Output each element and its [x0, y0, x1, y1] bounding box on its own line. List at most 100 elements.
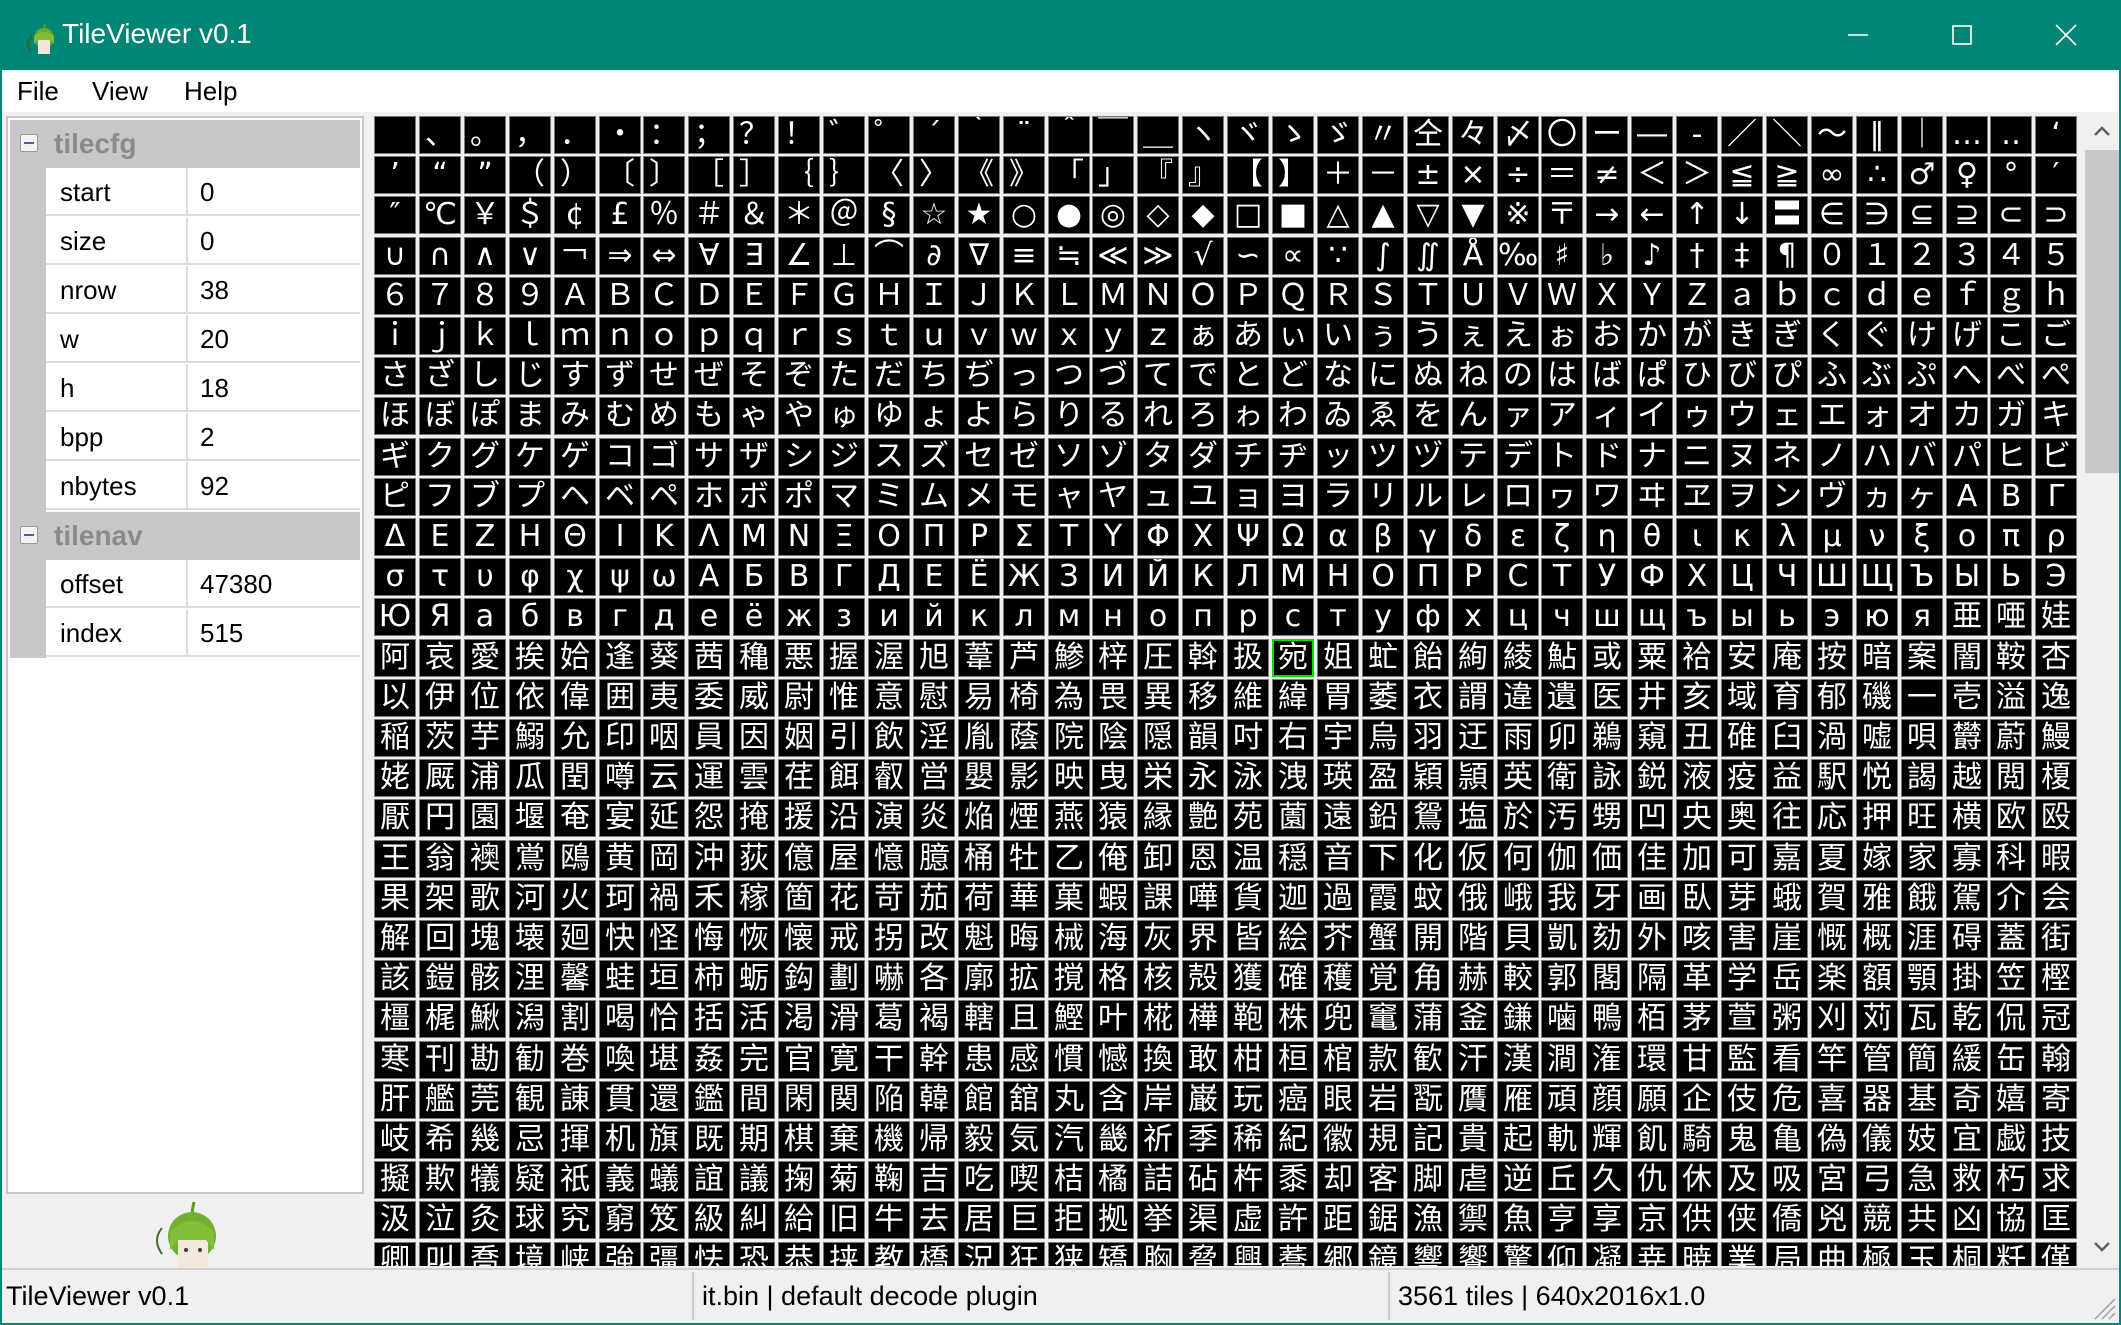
- tile[interactable]: 教: [868, 1242, 910, 1266]
- tile[interactable]: 偽: [1811, 1121, 1853, 1159]
- tile[interactable]: 稀: [1227, 1121, 1269, 1159]
- tile[interactable]: 鰍: [464, 1000, 506, 1038]
- tile[interactable]: ざ: [419, 357, 461, 395]
- tile[interactable]: 僑: [1766, 1201, 1808, 1239]
- tile[interactable]: ＞: [1676, 156, 1718, 194]
- tile[interactable]: 峨: [1497, 880, 1539, 918]
- tile[interactable]: ⇔: [643, 237, 685, 275]
- tile[interactable]: Н: [1317, 558, 1359, 596]
- tile[interactable]: 鎌: [1497, 1000, 1539, 1038]
- tile[interactable]: 俄: [1452, 880, 1494, 918]
- tile[interactable]: 科: [1990, 840, 2032, 878]
- tile[interactable]: 蝦: [1092, 880, 1134, 918]
- tile[interactable]: 俺: [1092, 840, 1134, 878]
- tile[interactable]: 画: [1631, 880, 1673, 918]
- tile[interactable]: 鮎: [1541, 639, 1583, 677]
- prop-value-nrow[interactable]: 38: [200, 272, 350, 308]
- tile[interactable]: 〆: [1497, 116, 1539, 154]
- tile[interactable]: ∵: [1317, 237, 1359, 275]
- tile[interactable]: 欝: [1946, 719, 1988, 757]
- tile[interactable]: 帰: [913, 1121, 955, 1159]
- tile[interactable]: ゑ: [1362, 397, 1404, 435]
- tile[interactable]: ゴ: [643, 438, 685, 476]
- tile[interactable]: ニ: [1676, 438, 1718, 476]
- menu-help[interactable]: Help: [184, 74, 237, 108]
- tile[interactable]: 伽: [1541, 840, 1583, 878]
- tile[interactable]: ＿: [1137, 116, 1179, 154]
- tile[interactable]: 確: [1272, 960, 1314, 998]
- tile[interactable]: 鎧: [419, 960, 461, 998]
- tile[interactable]: 旭: [913, 639, 955, 677]
- tile[interactable]: ｀: [958, 116, 1000, 154]
- tile[interactable]: 栢: [1631, 1000, 1673, 1038]
- tile[interactable]: 或: [1586, 639, 1628, 677]
- tile[interactable]: は: [1541, 357, 1583, 395]
- tile[interactable]: 越: [1946, 759, 1988, 797]
- tile[interactable]: 《: [958, 156, 1000, 194]
- tile[interactable]: н: [1092, 598, 1134, 636]
- tile[interactable]: ―: [1631, 116, 1673, 154]
- tile[interactable]: 往: [1766, 799, 1808, 837]
- tile[interactable]: 郁: [1811, 679, 1853, 717]
- tile[interactable]: た: [823, 357, 865, 395]
- tile[interactable]: 於: [1497, 799, 1539, 837]
- tile[interactable]: 謂: [1452, 679, 1494, 717]
- tile[interactable]: 雨: [1497, 719, 1539, 757]
- tile[interactable]: Ё: [958, 558, 1000, 596]
- tile[interactable]: し: [464, 357, 506, 395]
- tile[interactable]: 蟹: [1362, 920, 1404, 958]
- tile[interactable]: 蔭: [1003, 719, 1045, 757]
- tile[interactable]: ブ: [464, 478, 506, 516]
- tile[interactable]: 鰻: [2035, 719, 2077, 757]
- tile[interactable]: 忌: [509, 1121, 551, 1159]
- tile[interactable]: 劃: [823, 960, 865, 998]
- tile[interactable]: 厩: [419, 759, 461, 797]
- tile[interactable]: Ｂ: [599, 277, 641, 315]
- tile[interactable]: 獲: [1227, 960, 1269, 998]
- tile[interactable]: Ξ: [823, 518, 865, 556]
- tile[interactable]: て: [1137, 357, 1179, 395]
- tile[interactable]: 議: [733, 1161, 775, 1199]
- tile[interactable]: 鋭: [1631, 759, 1673, 797]
- tile[interactable]: Ь: [1990, 558, 2032, 596]
- tile[interactable]: 骸: [464, 960, 506, 998]
- tile[interactable]: 徽: [1317, 1121, 1359, 1159]
- tile[interactable]: デ: [1497, 438, 1539, 476]
- tile[interactable]: 珂: [599, 880, 641, 918]
- tile[interactable]: ぼ: [419, 397, 461, 435]
- tile[interactable]: 刊: [419, 1041, 461, 1079]
- tile[interactable]: ３: [1946, 237, 1988, 275]
- tile[interactable]: 笠: [1990, 960, 2032, 998]
- tile[interactable]: 胤: [958, 719, 1000, 757]
- tile[interactable]: Ч: [1766, 558, 1808, 596]
- tile[interactable]: 拡: [1003, 960, 1045, 998]
- tile[interactable]: 依: [509, 679, 551, 717]
- tile[interactable]: 浬: [509, 960, 551, 998]
- tile[interactable]: イ: [1631, 397, 1673, 435]
- tile[interactable]: ぇ: [1452, 317, 1494, 355]
- tile[interactable]: У: [1586, 558, 1628, 596]
- tile[interactable]: ヒ: [1990, 438, 2032, 476]
- vertical-scrollbar[interactable]: [2085, 112, 2119, 1266]
- tile[interactable]: ч: [1541, 598, 1583, 636]
- tile[interactable]: Υ: [1092, 518, 1134, 556]
- tile[interactable]: ∀: [688, 237, 730, 275]
- tile[interactable]: 絢: [1452, 639, 1494, 677]
- tile[interactable]: む: [599, 397, 641, 435]
- tile[interactable]: 異: [1137, 679, 1179, 717]
- tile[interactable]: 謁: [1901, 759, 1943, 797]
- tile[interactable]: 浦: [464, 759, 506, 797]
- tile[interactable]: 灸: [464, 1201, 506, 1239]
- tile[interactable]: ゝ: [1272, 116, 1314, 154]
- tile[interactable]: ¢: [554, 196, 596, 234]
- tile[interactable]: ぷ: [1901, 357, 1943, 395]
- tile[interactable]: 易: [958, 679, 1000, 717]
- tile[interactable]: ∋: [1856, 196, 1898, 234]
- tile[interactable]: ず: [599, 357, 641, 395]
- tile[interactable]: 協: [1990, 1201, 2032, 1239]
- tile[interactable]: 嫁: [1856, 840, 1898, 878]
- tile[interactable]: 鑑: [688, 1081, 730, 1119]
- tile[interactable]: Ｖ: [1497, 277, 1539, 315]
- tile[interactable]: Й: [1137, 558, 1179, 596]
- tile[interactable]: с: [1272, 598, 1314, 636]
